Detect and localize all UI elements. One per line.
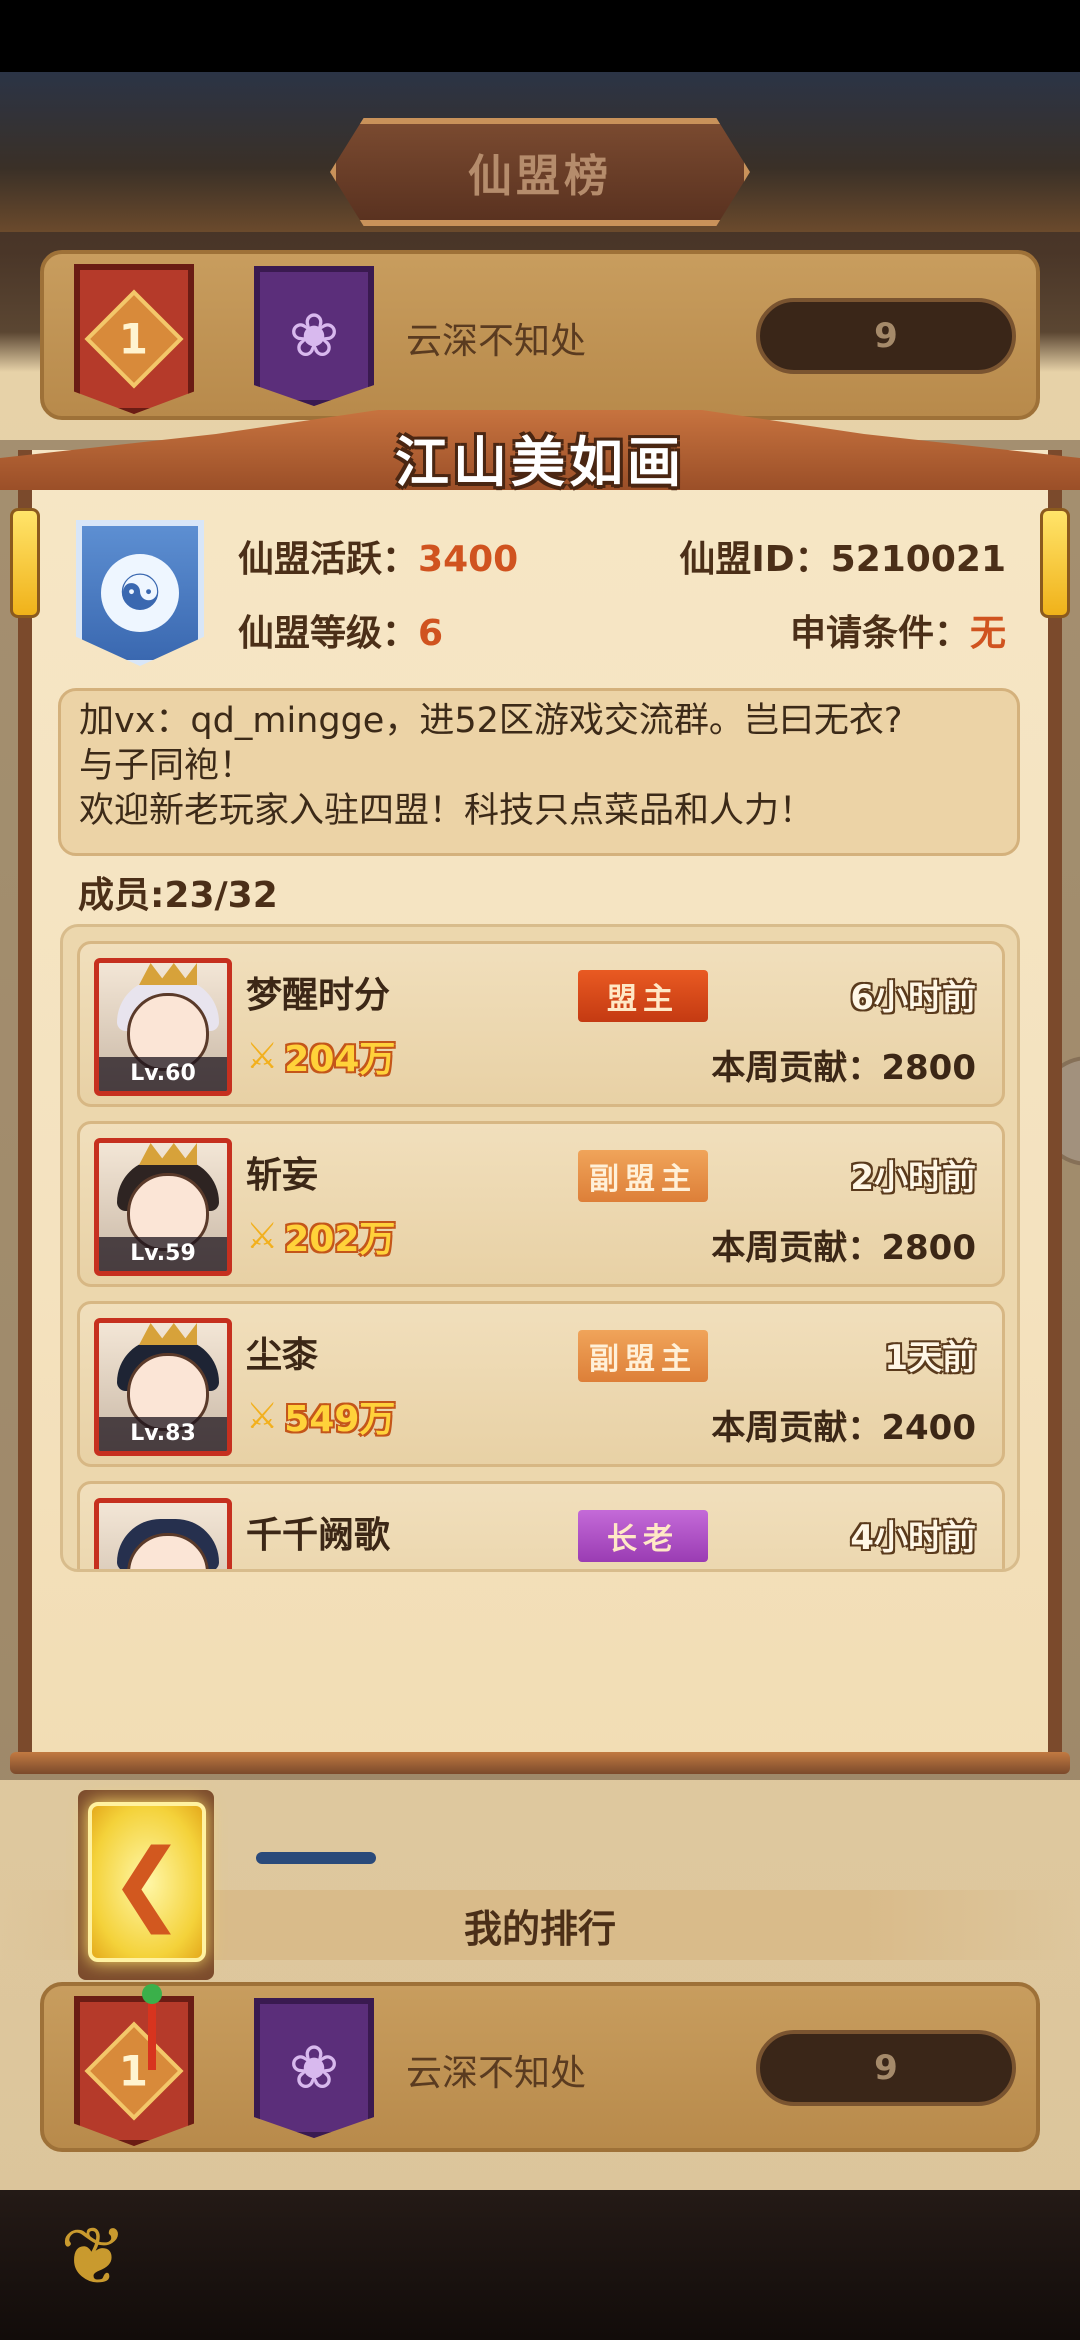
my-rank-label: 我的排行 xyxy=(463,1906,616,1951)
list-item[interactable]: Lv.60 梦醒时分 ⚔ 204万 盟主 6小时前 本周贡献：2800 xyxy=(77,941,1005,1107)
notice-line: 与子同袍！ xyxy=(79,746,255,786)
member-power: ⚔ 549万 xyxy=(246,1394,395,1441)
panel-bottom-bar xyxy=(10,1752,1070,1774)
guild-id-value: 5210021 xyxy=(830,539,1006,580)
rank-flag-icon: 1 xyxy=(74,1996,194,2146)
leaderboard-title: 仙盟榜 xyxy=(468,151,612,202)
lamp-left-icon xyxy=(10,508,40,618)
my-rank-row[interactable]: 1 ❀ 云深不知处 9 xyxy=(40,1982,1040,2152)
list-item[interactable]: 千千阙歌 长老 4小时前 xyxy=(77,1481,1005,1569)
lotus-icon: ❀ xyxy=(254,1998,374,2138)
activity-value: 3400 xyxy=(418,539,519,580)
guild-id-label: 仙盟ID： xyxy=(679,539,831,580)
back-button[interactable]: ❮ xyxy=(88,1802,206,1962)
requirement-label: 申请条件： xyxy=(789,613,970,654)
notice-line: 加vx：qd_mingge，进52区游戏交流群。岂曰无衣? xyxy=(79,701,903,741)
member-name: 尘桼 xyxy=(246,1335,319,1376)
scroll-indicator xyxy=(256,1852,376,1864)
ginkgo-leaf-icon: ❦ xyxy=(60,2210,128,2303)
role-badge: 盟主 xyxy=(578,970,708,1022)
role-badge: 副盟主 xyxy=(578,1150,708,1202)
power-value: 202万 xyxy=(284,1219,396,1260)
weekly-contribution: 本周贡献：2400 xyxy=(711,1408,976,1448)
chevron-left-icon: ❮ xyxy=(109,1829,185,1935)
top-rank-row[interactable]: 1 ❀ 云深不知处 9 xyxy=(40,250,1040,420)
list-item[interactable]: Lv.59 斩妄 ⚔ 202万 副盟主 2小时前 本周贡献：2800 xyxy=(77,1121,1005,1287)
crossed-swords-icon: ⚔ xyxy=(246,1395,279,1437)
rank-flag-icon: 1 xyxy=(74,264,194,414)
lotus-icon: ❀ xyxy=(254,266,374,406)
level-value: 6 xyxy=(418,613,444,654)
member-power: ⚔ 202万 xyxy=(246,1214,395,1261)
member-name: 斩妄 xyxy=(246,1155,319,1196)
last-seen: 4小时前 xyxy=(850,1518,976,1558)
guild-notice: 加vx：qd_mingge，进52区游戏交流群。岂曰无衣? 与子同袍！ 欢迎新老… xyxy=(58,688,1020,856)
guild-score: 9 xyxy=(756,298,1016,374)
panel-title: 江山美如画 xyxy=(395,430,685,494)
crossed-swords-icon: ⚔ xyxy=(246,1215,279,1257)
avatar-level: Lv.83 xyxy=(99,1417,227,1451)
avatar[interactable]: Lv.83 xyxy=(94,1318,232,1456)
guild-score: 9 xyxy=(756,2030,1016,2106)
avatar[interactable]: Lv.59 xyxy=(94,1138,232,1276)
last-seen: 1天前 xyxy=(884,1338,976,1378)
avatar-level: Lv.60 xyxy=(99,1057,227,1091)
member-list[interactable]: Lv.60 梦醒时分 ⚔ 204万 盟主 6小时前 本周贡献：2800 Lv.5… xyxy=(60,924,1020,1572)
member-name: 千千阙歌 xyxy=(246,1515,391,1556)
avatar[interactable]: Lv.60 xyxy=(94,958,232,1096)
role-badge: 副盟主 xyxy=(578,1330,708,1382)
avatar[interactable] xyxy=(94,1498,232,1569)
lamp-right-icon xyxy=(1040,508,1070,618)
requirement-value: 无 xyxy=(969,613,1006,654)
avatar-level: Lv.59 xyxy=(99,1237,227,1271)
activity-row: 仙盟活跃：3400 xyxy=(238,530,518,582)
power-value: 549万 xyxy=(284,1399,396,1440)
guild-id-row: 仙盟ID：5210021 xyxy=(679,530,1006,582)
guild-name: 云深不知处 xyxy=(406,321,587,362)
leaderboard-title-ribbon: 仙盟榜 xyxy=(330,118,750,226)
member-name: 梦醒时分 xyxy=(246,975,391,1016)
power-value: 204万 xyxy=(284,1039,396,1080)
last-seen: 2小时前 xyxy=(850,1158,976,1198)
weekly-contribution: 本周贡献：2800 xyxy=(711,1048,976,1088)
member-power: ⚔ 204万 xyxy=(246,1034,395,1081)
role-badge: 长老 xyxy=(578,1510,708,1562)
crossed-swords-icon: ⚔ xyxy=(246,1035,279,1077)
activity-label: 仙盟活跃： xyxy=(238,539,419,580)
guild-name: 云深不知处 xyxy=(406,2053,587,2094)
requirement-row: 申请条件：无 xyxy=(790,604,1006,656)
last-seen: 6小时前 xyxy=(850,978,976,1018)
level-label: 仙盟等级： xyxy=(238,613,419,654)
yin-yang-icon: ☯ xyxy=(76,520,204,666)
notice-line: 欢迎新老玩家入驻四盟！科技只点菜品和人力！ xyxy=(79,791,815,831)
knob-decoration xyxy=(142,1984,162,2004)
level-row: 仙盟等级：6 xyxy=(238,604,443,656)
list-item[interactable]: Lv.83 尘桼 ⚔ 549万 副盟主 1天前 本周贡献：2400 xyxy=(77,1301,1005,1467)
member-count: 成员:23/32 xyxy=(78,875,278,916)
weekly-contribution: 本周贡献：2800 xyxy=(711,1228,976,1268)
